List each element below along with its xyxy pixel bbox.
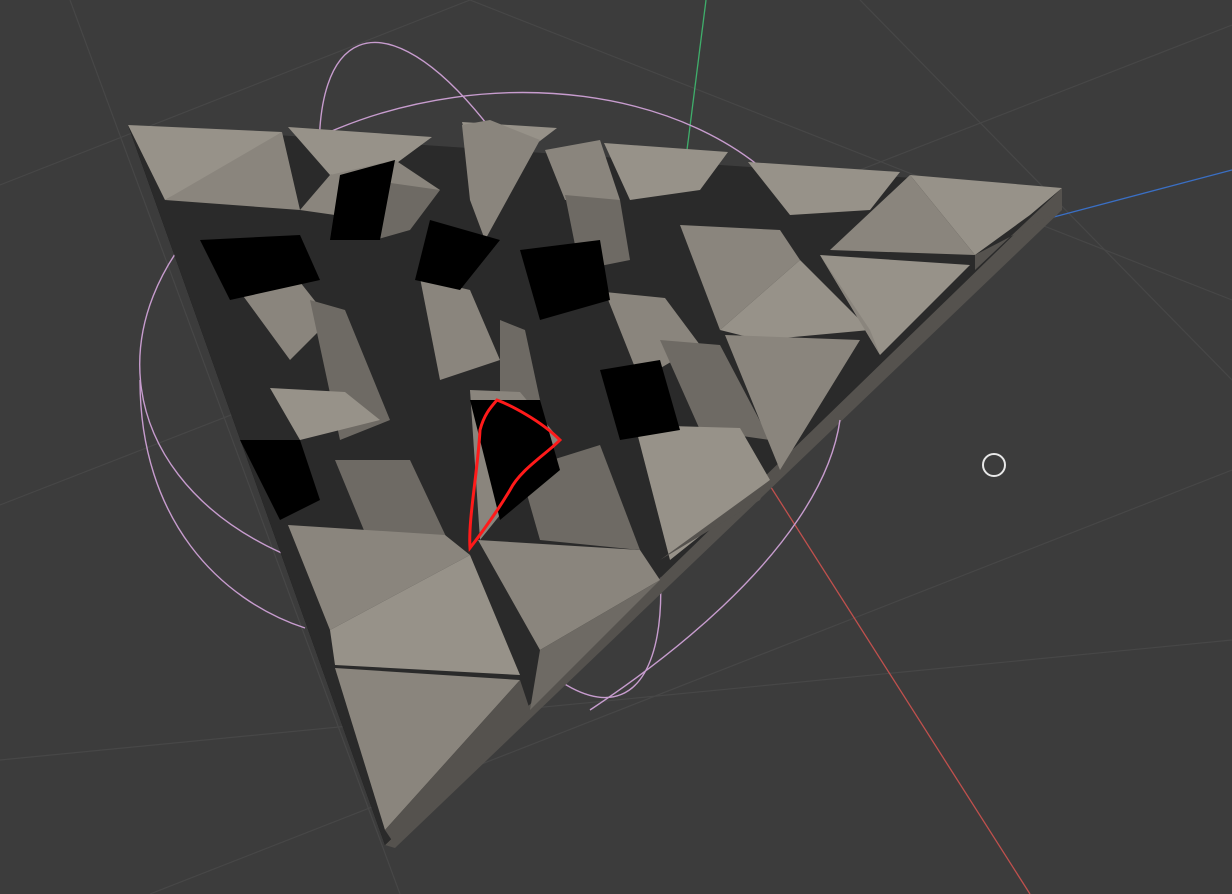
z-axis-line — [1049, 169, 1232, 219]
3d-viewport[interactable] — [0, 0, 1232, 894]
tile-row-front — [288, 525, 660, 845]
3d-cursor-icon[interactable] — [982, 453, 1006, 477]
mesh-object[interactable] — [128, 120, 1062, 848]
viewport-canvas[interactable] — [0, 0, 1232, 894]
